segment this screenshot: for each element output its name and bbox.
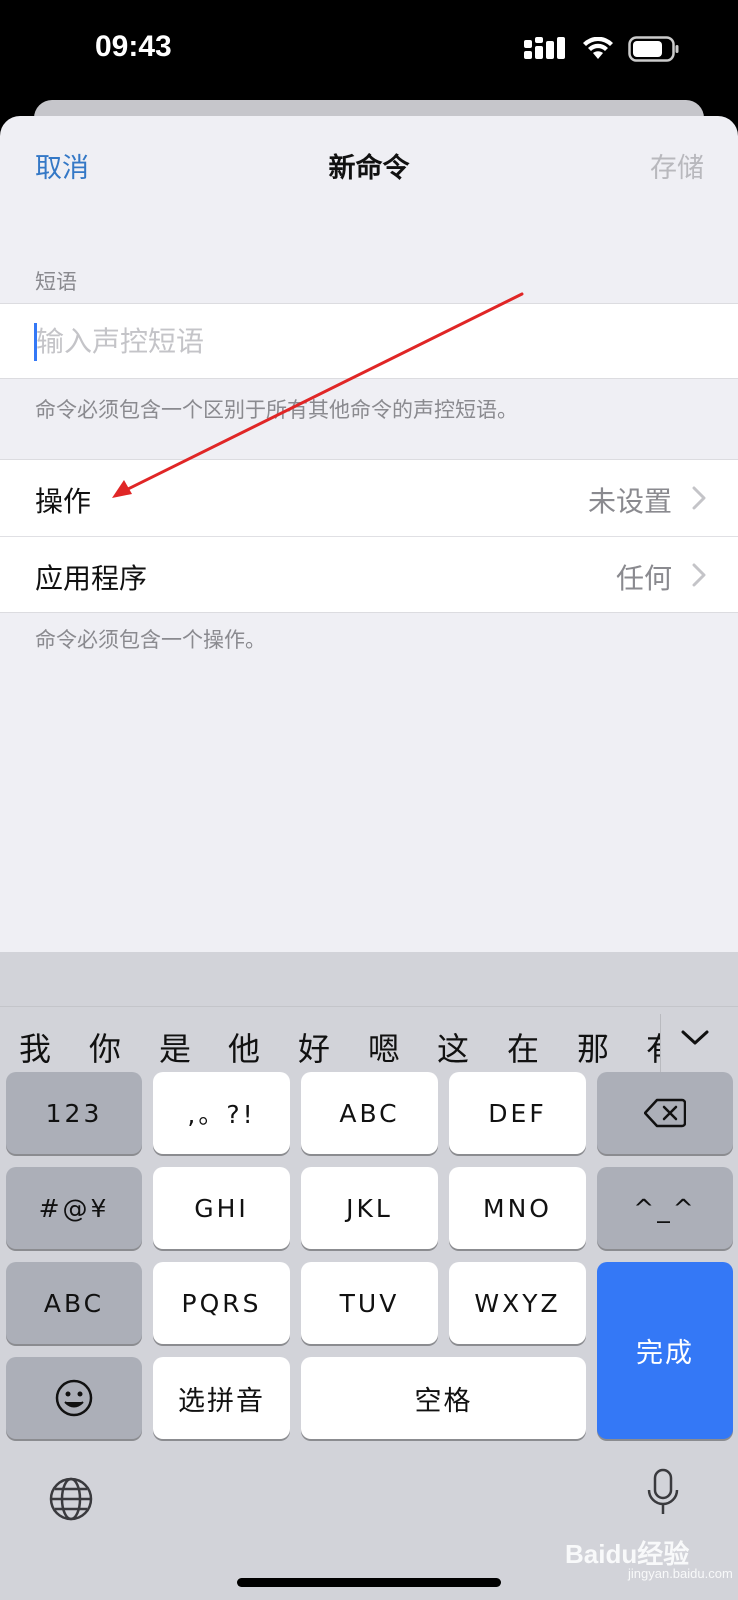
key-abc[interactable]: ABC bbox=[301, 1072, 438, 1154]
wifi-icon bbox=[583, 37, 613, 59]
action-label: 操作 bbox=[35, 485, 92, 518]
key-mno[interactable]: MNO bbox=[449, 1167, 586, 1249]
new-command-sheet: 新命令 取消 存储 短语 命令必须包含一个区别于所有其他命令的声控短语。 操作 … bbox=[0, 116, 738, 952]
app-value: 任何 bbox=[615, 562, 672, 595]
candidate-word[interactable]: 我 bbox=[19, 1024, 51, 1070]
action-footnote: 命令必须包含一个操作。 bbox=[35, 628, 266, 652]
candidate-word[interactable]: 好 bbox=[298, 1024, 330, 1070]
text-cursor bbox=[34, 323, 37, 361]
command-settings-list: 操作 未设置 应用程序 任何 bbox=[0, 459, 738, 613]
candidate-word[interactable]: 有 bbox=[646, 1024, 660, 1070]
action-value: 未设置 bbox=[587, 485, 672, 518]
keyboard: 我 你 是 他 好 嗯 这 在 那 有 123 ,。?! ABC DEF #@¥… bbox=[0, 952, 738, 1600]
app-row[interactable]: 应用程序 任何 bbox=[0, 536, 738, 612]
cellular-signal-icon bbox=[524, 37, 565, 59]
done-button[interactable]: 完成 bbox=[597, 1262, 733, 1439]
candidate-word[interactable]: 这 bbox=[437, 1024, 469, 1070]
candidate-word[interactable]: 他 bbox=[228, 1024, 260, 1070]
cancel-button[interactable]: 取消 bbox=[35, 146, 89, 185]
chevron-right-icon bbox=[692, 563, 706, 587]
key-pqrs[interactable]: PQRS bbox=[153, 1262, 290, 1344]
emoticon-key[interactable]: ^_^ bbox=[597, 1167, 733, 1249]
punctuation-key[interactable]: ,。?! bbox=[153, 1072, 290, 1154]
key-jkl[interactable]: JKL bbox=[301, 1167, 438, 1249]
candidate-word[interactable]: 那 bbox=[577, 1024, 609, 1070]
key-ghi[interactable]: GHI bbox=[153, 1167, 290, 1249]
candidate-word[interactable]: 是 bbox=[159, 1024, 191, 1070]
backspace-icon bbox=[644, 1098, 686, 1128]
emoji-icon bbox=[55, 1379, 93, 1417]
numbers-key[interactable]: 123 bbox=[6, 1072, 142, 1154]
save-button[interactable]: 存储 bbox=[650, 146, 704, 185]
candidate-word[interactable]: 嗯 bbox=[368, 1024, 400, 1070]
action-row[interactable]: 操作 未设置 bbox=[0, 460, 738, 536]
symbols-key[interactable]: #@¥ bbox=[6, 1167, 142, 1249]
battery-icon bbox=[628, 36, 679, 62]
app-label: 应用程序 bbox=[35, 562, 148, 595]
phrase-footnote: 命令必须包含一个区别于所有其他命令的声控短语。 bbox=[35, 398, 518, 422]
emoji-key[interactable] bbox=[6, 1357, 142, 1439]
phrase-input[interactable] bbox=[36, 318, 696, 364]
phrase-row bbox=[0, 303, 738, 379]
candidate-word[interactable]: 在 bbox=[507, 1024, 539, 1070]
phrase-section-label: 短语 bbox=[35, 270, 77, 294]
candidate-word[interactable]: 你 bbox=[89, 1024, 121, 1070]
globe-icon[interactable] bbox=[48, 1476, 94, 1522]
home-indicator[interactable] bbox=[237, 1578, 501, 1587]
candidate-divider bbox=[660, 1014, 661, 1072]
space-key[interactable]: 空格 bbox=[301, 1357, 586, 1439]
chevron-right-icon bbox=[692, 486, 706, 510]
key-tuv[interactable]: TUV bbox=[301, 1262, 438, 1344]
microphone-icon[interactable] bbox=[646, 1468, 680, 1518]
watermark-url: jingyan.baidu.com bbox=[628, 1566, 733, 1581]
status-icons bbox=[524, 36, 680, 62]
chevron-down-icon[interactable] bbox=[680, 1028, 710, 1048]
key-wxyz[interactable]: WXYZ bbox=[449, 1262, 586, 1344]
select-pinyin-key[interactable]: 选拼音 bbox=[153, 1357, 290, 1439]
navigation-bar: 新命令 取消 存储 bbox=[0, 116, 738, 212]
status-bar: 09:43 bbox=[0, 0, 738, 100]
latin-switch-key[interactable]: ABC bbox=[6, 1262, 142, 1344]
key-def[interactable]: DEF bbox=[449, 1072, 586, 1154]
status-time: 09:43 bbox=[95, 30, 172, 63]
backspace-key[interactable] bbox=[597, 1072, 733, 1154]
page-title: 新命令 bbox=[328, 153, 410, 184]
